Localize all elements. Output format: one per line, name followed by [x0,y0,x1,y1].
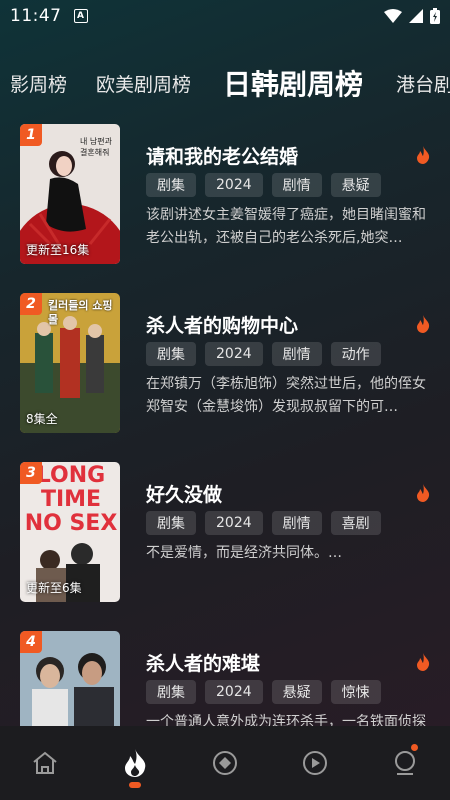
item-description: 一个普通人意外成为连环杀手，一名铁面侦探紧追不舍… [146,714,426,726]
home-icon [33,751,57,774]
poster[interactable]: 4 [20,631,120,726]
tag: 剧集 [146,680,196,704]
active-indicator [129,782,141,788]
poster-status: 8集全 [26,412,58,426]
nav-discover[interactable] [200,738,250,788]
tab-movie-weekly[interactable]: 影周榜 [10,58,67,108]
list-item[interactable]: 4 杀人者的难堪 剧集 2024 悬疑 惊悚 一个普通人意外成为连环杀手，一名铁… [20,631,440,726]
tag: 剧集 [146,511,196,535]
poster[interactable]: 내 남편과 결혼해줘 1 更新至16集 [20,124,120,264]
list-item[interactable]: LONG TIME NO SEX 3 更新至6集 好久没做 剧集 2024 剧情… [20,462,440,602]
tag: 剧情 [271,511,322,535]
ranking-list: 내 남편과 결혼해줘 1 更新至16集 请和我的老公结婚 剧集 2024 剧情 … [0,124,450,726]
tag: 剧情 [271,173,322,197]
tab-jp-kr-drama-weekly[interactable]: 日韩剧周榜 [223,58,363,108]
tag: 2024 [205,173,263,197]
poster[interactable]: 킬러들의 쇼핑몰 2 8集全 [20,293,120,433]
tag: 剧集 [146,342,196,366]
notification-dot [411,744,418,751]
flame-icon [417,484,430,502]
item-title[interactable]: 杀人者的难堪 [146,649,260,676]
battery-icon [430,8,440,24]
status-icons [384,8,440,24]
nav-play[interactable] [290,738,340,788]
tag: 动作 [330,342,381,366]
item-description: 在郑镇万（李栋旭饰）突然过世后，他的侄女郑智安（金慧埈饰）发现叔叔留下的可… [146,376,426,415]
tab-us-drama-weekly[interactable]: 欧美剧周榜 [96,58,191,108]
list-item[interactable]: 킬러들의 쇼핑몰 2 8集全 杀人者的购物中心 剧集 2024 剧情 动作 在郑… [20,293,440,433]
tag: 惊悚 [330,680,381,704]
poster-status: 更新至16集 [26,243,90,257]
rank-badge: 1 [20,124,42,146]
flame-icon [417,315,430,333]
tag: 悬疑 [271,680,322,704]
flame-icon [417,146,430,164]
tag: 悬疑 [330,173,381,197]
nav-hot[interactable] [110,738,160,788]
status-bar: 11:47 A [0,0,450,32]
nav-home[interactable] [20,738,70,788]
tag-list: 剧集 2024 剧情 动作 [146,342,381,366]
tag-list: 剧集 2024 剧情 悬疑 [146,173,381,197]
poster-status: 更新至6集 [26,581,82,595]
bottom-navigation [0,726,450,800]
category-tabs: 影周榜 欧美剧周榜 日韩剧周榜 港台剧 [0,58,450,108]
tag: 剧集 [146,173,196,197]
tag: 剧情 [271,342,322,366]
tag: 2024 [205,511,263,535]
flame-icon [417,653,430,671]
notification-icon: A [73,9,88,23]
item-title[interactable]: 杀人者的购物中心 [146,311,298,338]
poster[interactable]: LONG TIME NO SEX 3 更新至6集 [20,462,120,602]
wifi-icon [384,9,402,23]
item-description: 该剧讲述女主姜智媛得了癌症，她目睹闺蜜和老公出轨，还被自己的老公杀死后,她突… [146,207,426,246]
rank-badge: 4 [20,631,42,653]
tag: 喜剧 [330,511,381,535]
poster-text: 킬러들의 쇼핑몰 [48,299,113,326]
tag-list: 剧集 2024 悬疑 惊悚 [146,680,381,704]
flame-icon [125,749,146,777]
play-icon [303,751,327,775]
rank-badge: 3 [20,462,42,484]
item-title[interactable]: 请和我的老公结婚 [146,142,298,169]
item-description: 不是爱情，而是经济共同体。… [146,545,342,561]
signal-icon [409,9,423,23]
poster-text: 내 남편과 결혼해줘 [80,137,112,157]
list-item[interactable]: 내 남편과 결혼해줘 1 更新至16集 请和我的老公结婚 剧集 2024 剧情 … [20,124,440,264]
item-title[interactable]: 好久没做 [146,480,222,507]
tag-list: 剧集 2024 剧情 喜剧 [146,511,381,535]
rank-badge: 2 [20,293,42,315]
nav-profile[interactable] [380,738,430,788]
profile-icon [395,751,415,775]
status-time: 11:47 [10,6,62,26]
compass-icon [213,751,237,775]
tag: 2024 [205,680,263,704]
tab-hk-tw-drama-weekly[interactable]: 港台剧 [396,58,450,108]
tag: 2024 [205,342,263,366]
